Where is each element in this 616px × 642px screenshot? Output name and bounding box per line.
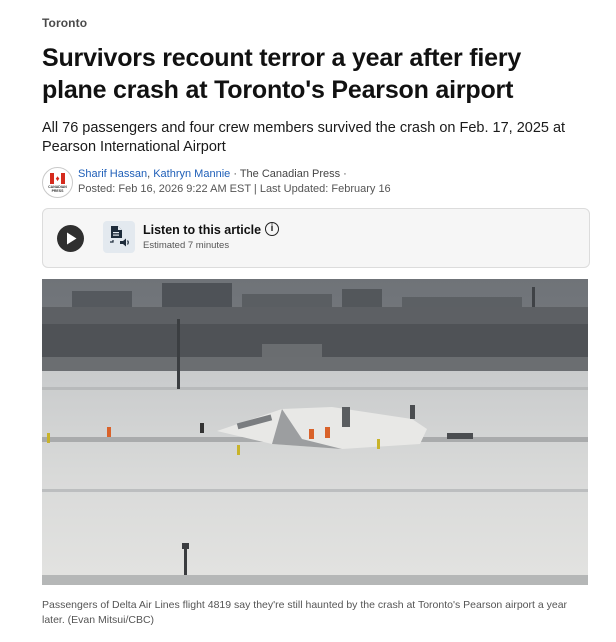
logo-text: CANADIAN PRESS xyxy=(48,185,67,193)
author-link-sharif-hassan[interactable]: Sharif Hassan xyxy=(78,168,147,180)
plane-crash-photo xyxy=(42,279,588,585)
listen-to-article-panel: Listen to this article i Estimated 7 min… xyxy=(42,208,590,268)
photo-caption: Passengers of Delta Air Lines flight 481… xyxy=(42,599,568,626)
byline-timestamps: Posted: Feb 16, 2026 9:22 AM EST | Last … xyxy=(78,183,391,195)
play-button[interactable] xyxy=(57,225,84,252)
byline-authors: Sharif Hassan, Kathryn Mannie · The Cana… xyxy=(78,167,347,181)
canadian-press-logo: ♦ CANADIAN PRESS xyxy=(42,167,73,198)
headline: Survivors recount terror a year after fi… xyxy=(42,44,522,104)
info-icon[interactable]: i xyxy=(265,222,279,236)
canada-flag-icon: ♦ xyxy=(50,173,65,184)
listen-estimate: Estimated 7 minutes xyxy=(143,240,230,251)
section-label[interactable]: Toronto xyxy=(42,16,87,30)
article-dek: All 76 passengers and four crew members … xyxy=(42,120,566,155)
author-link-kathryn-mannie[interactable]: Kathryn Mannie xyxy=(153,168,230,180)
byline: ♦ CANADIAN PRESS Sharif Hassan, Kathryn … xyxy=(42,166,590,198)
article-photo[interactable] xyxy=(42,279,588,585)
byline-source: · The Canadian Press · xyxy=(230,168,347,180)
listen-title: Listen to this article xyxy=(143,223,262,237)
audio-document-icon xyxy=(103,221,135,253)
play-icon xyxy=(67,232,77,245)
